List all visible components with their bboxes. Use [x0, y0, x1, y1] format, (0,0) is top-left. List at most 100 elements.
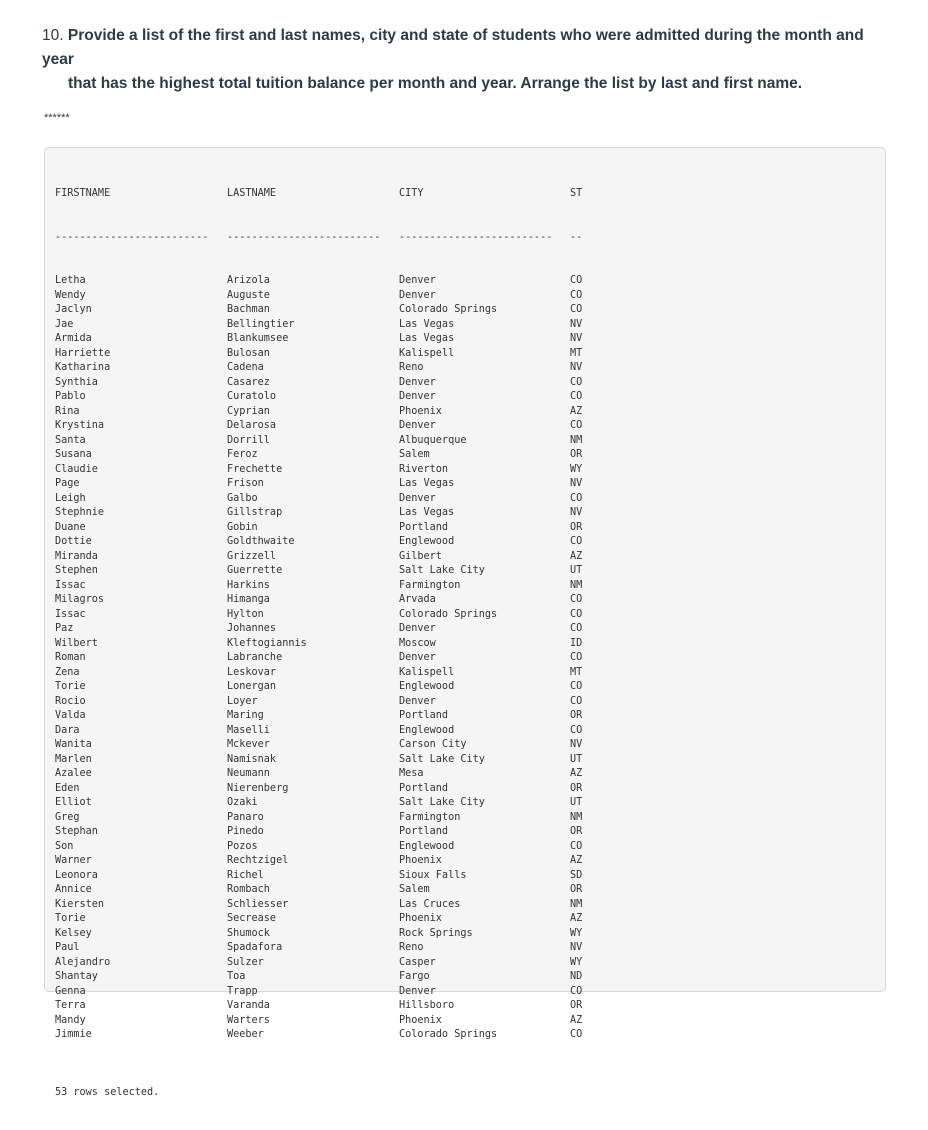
city-cell: Colorado Springs [399, 1029, 498, 1040]
table-row: Jaclyn Bachman Colorado Springs CO [55, 303, 582, 318]
city-cell: Englewood [399, 681, 455, 692]
firstname-cell: Stephen [55, 565, 98, 576]
state-cell: NM [570, 811, 583, 823]
firstname-cell: Jae [55, 318, 74, 330]
firstname-cell: Armida [55, 333, 92, 344]
table-row: Leonora Richel Sioux Falls SD [55, 869, 582, 884]
table-row: Marlen Namisnak Salt Lake City UT [55, 753, 582, 768]
firstname-cell: Mandy [55, 1014, 86, 1026]
lastname-cell: Namisnak [227, 753, 277, 765]
state-cell: WY [570, 927, 583, 939]
table-row: Stephan Pinedo Portland OR [55, 825, 582, 840]
table-row: Kiersten Schliesser Las Cruces NM [55, 898, 582, 913]
city-cell: Englewood [399, 840, 455, 852]
question-text: 10. Provide a list of the first and last… [42, 24, 892, 96]
state-cell: ID [570, 637, 583, 649]
table-row: Miranda Grizzell Gilbert AZ [55, 550, 582, 565]
lastname-cell: Loyer [227, 695, 258, 707]
state-cell: AZ [570, 855, 583, 866]
city-cell: Farmington [399, 811, 461, 823]
separator: ****** [44, 112, 70, 124]
rows-selected-footer: 53 rows selected. [55, 1087, 160, 1098]
table-row: Page Frison Las Vegas NV [55, 477, 582, 492]
firstname-cell: Annice [55, 884, 92, 895]
firstname-cell: Jaclyn [55, 304, 92, 315]
firstname-cell: Shantay [55, 971, 98, 982]
lastname-cell: Gobin [227, 521, 258, 533]
firstname-cell: Issac [55, 579, 86, 591]
question-line-2: that has the highest total tuition balan… [68, 75, 803, 92]
lastname-cell: Blankumsee [227, 333, 289, 344]
firstname-cell: Azalee [55, 768, 92, 779]
state-cell: NV [570, 318, 583, 330]
table-row: Alejandro Sulzer Casper WY [55, 956, 582, 971]
state-cell: CO [570, 1029, 583, 1040]
lastname-cell: Varanda [227, 1000, 270, 1011]
table-row: Dottie Goldthwaite Englewood CO [55, 535, 582, 550]
column-header-lastname: LASTNAME [227, 188, 277, 199]
state-cell: OR [570, 826, 583, 837]
city-cell: Farmington [399, 579, 461, 591]
lastname-cell: Sulzer [227, 956, 264, 968]
table-row: Susana Feroz Salem OR [55, 448, 582, 463]
header-underline-row: ------------------------- --------------… [55, 231, 582, 246]
state-cell: NV [570, 362, 583, 373]
table-row: Torie Secrease Phoenix AZ [55, 912, 582, 927]
state-cell: CO [570, 492, 583, 504]
state-cell: NV [570, 478, 583, 489]
firstname-cell: Son [55, 840, 74, 852]
state-cell: NV [570, 739, 583, 750]
state-cell: OR [570, 449, 583, 460]
state-cell: CO [570, 275, 583, 286]
firstname-cell: Dottie [55, 536, 92, 547]
lastname-cell: Maselli [227, 724, 270, 736]
lastname-cell: Curatolo [227, 391, 277, 402]
city-cell: Phoenix [399, 855, 442, 866]
underline: ------------------------- [399, 231, 553, 243]
firstname-cell: Issac [55, 608, 86, 620]
table-row: Harriette Bulosan Kalispell MT [55, 347, 582, 362]
state-cell: CO [570, 985, 583, 997]
table-row: Zena Leskovar Kalispell MT [55, 666, 582, 681]
firstname-cell: Synthia [55, 376, 98, 388]
lastname-cell: Casarez [227, 376, 270, 388]
state-cell: CO [570, 724, 583, 736]
firstname-cell: Paul [55, 942, 80, 953]
state-cell: CO [570, 420, 583, 431]
table-row: Annice Rombach Salem OR [55, 883, 582, 898]
lastname-cell: Rechtzigel [227, 855, 289, 866]
firstname-cell: Katharina [55, 362, 111, 373]
lastname-cell: Secrease [227, 913, 277, 924]
firstname-cell: Krystina [55, 420, 105, 431]
lastname-cell: Ozaki [227, 797, 258, 808]
table-row: Jimmie Weeber Colorado Springs CO [55, 1028, 582, 1043]
firstname-cell: Terra [55, 1000, 86, 1011]
table-row: Paz Johannes Denver CO [55, 622, 582, 637]
table-row: Mandy Warters Phoenix AZ [55, 1014, 582, 1029]
firstname-cell: Torie [55, 681, 86, 692]
city-cell: Mesa [399, 768, 424, 779]
state-cell: CO [570, 289, 583, 301]
table-row: Azalee Neumann Mesa AZ [55, 767, 582, 782]
city-cell: Reno [399, 942, 424, 953]
firstname-cell: Genna [55, 985, 86, 997]
query-result-box: FIRSTNAME LASTNAME CITY ST -------------… [44, 147, 886, 1098]
result-rows: Letha Arizola Denver CO Wendy Auguste Denver CO… [55, 274, 582, 1043]
state-cell: CO [570, 652, 583, 663]
lastname-cell: Gillstrap [227, 507, 283, 518]
lastname-cell: Spadafora [227, 942, 283, 953]
city-cell: Phoenix [399, 913, 442, 924]
table-row: Son Pozos Englewood CO [55, 840, 582, 855]
firstname-cell: Stephan [55, 826, 98, 837]
state-cell: OR [570, 884, 583, 895]
state-cell: CO [570, 681, 583, 692]
table-row: Synthia Casarez Denver CO [55, 376, 582, 391]
lastname-cell: Leskovar [227, 666, 277, 678]
table-row: Roman Labranche Denver CO [55, 651, 582, 666]
firstname-cell: Harriette [55, 347, 111, 359]
lastname-cell: Auguste [227, 289, 270, 301]
city-cell: Las Vegas [399, 507, 455, 518]
firstname-cell: Wanita [55, 739, 92, 750]
lastname-cell: Panaro [227, 811, 264, 823]
lastname-cell: Cyprian [227, 405, 270, 417]
